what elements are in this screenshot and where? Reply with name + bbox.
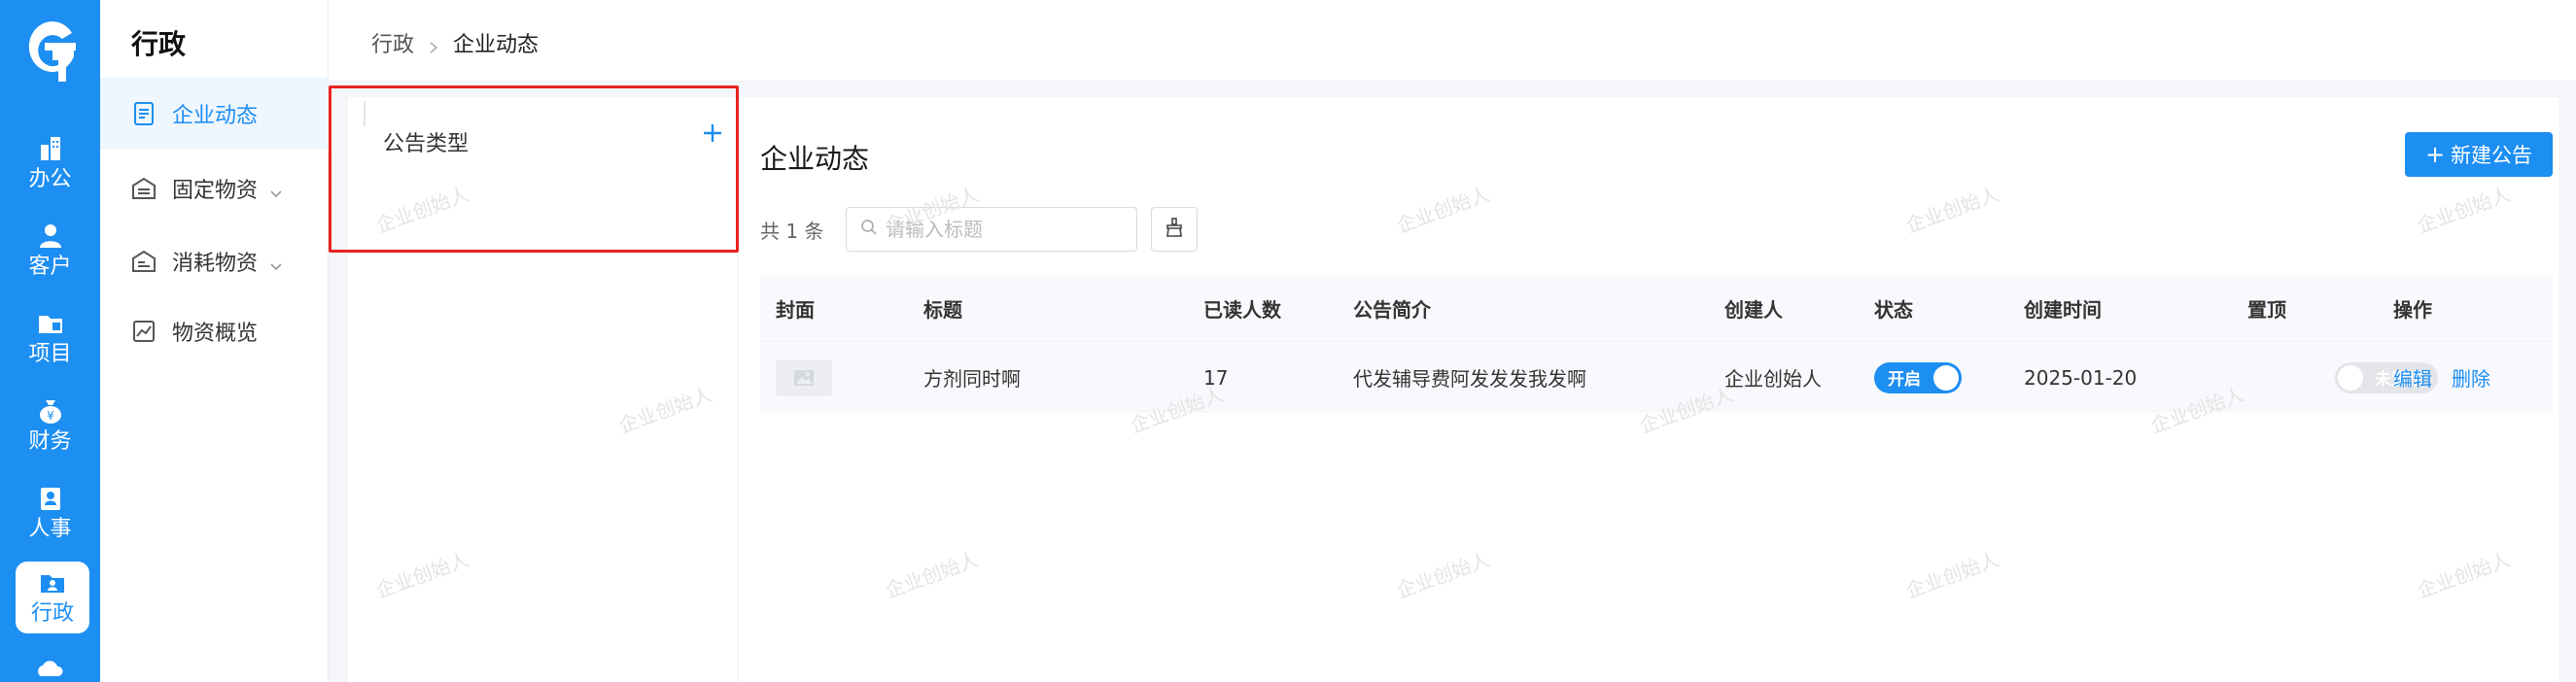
sub-sidebar: 行政 企业动态 固定物资 消耗物资 物资概览 — [100, 0, 329, 682]
breadcrumb-current: 企业动态 — [453, 33, 540, 57]
chart-overview-icon — [131, 319, 157, 344]
document-icon — [131, 101, 157, 126]
toggle-knob — [1933, 364, 1959, 391]
project-folder-icon — [36, 309, 65, 338]
column-header: 创建人 — [1724, 297, 1783, 322]
new-announcement-button[interactable]: + 新建公告 — [2405, 132, 2553, 177]
personnel-badge-icon — [36, 484, 65, 513]
column-header: 状态 — [1874, 297, 1913, 322]
rail-item-customer[interactable]: 客户 — [0, 212, 100, 290]
rail-item-label: 人事 — [28, 517, 72, 541]
chevron-down-icon — [269, 255, 283, 271]
broom-clear-icon — [1164, 217, 1185, 242]
table-header: 封面 标题 已读人数 公告简介 创建人 状态 创建时间 置顶 操作 — [760, 275, 2553, 341]
row-title: 方剂同时啊 — [923, 367, 1021, 391]
chevron-down-icon — [269, 182, 283, 198]
rail-item-label: 办公 — [28, 167, 72, 191]
type-panel-title: 公告类型 — [383, 132, 470, 156]
column-header: 标题 — [923, 297, 962, 322]
announcements-table: 封面 标题 已读人数 公告简介 创建人 状态 创建时间 置顶 操作 方剂同时啊 … — [760, 275, 2553, 413]
status-toggle-label: 开启 — [1888, 370, 1921, 390]
column-header: 已读人数 — [1203, 297, 1281, 322]
subnav-item-label: 物资概览 — [172, 322, 259, 346]
image-placeholder-icon — [776, 358, 832, 396]
sub-sidebar-title: 行政 — [131, 28, 187, 60]
column-header: 公告简介 — [1353, 297, 1431, 322]
table-row[interactable]: 方剂同时啊 17 代发辅导费阿发发发我发啊 企业创始人 开启 2025-01-2… — [760, 341, 2553, 413]
plus-icon[interactable] — [698, 119, 727, 148]
breadcrumb: 行政 企业动态 — [371, 27, 539, 58]
search-icon — [860, 219, 878, 240]
main-panel: 企业动态 + 新建公告 共 1 条 封面 标题 已读人数 公告简介 创建人 状态… — [739, 97, 2559, 682]
rail-item-personnel[interactable]: 人事 — [0, 474, 100, 552]
toggle-knob — [2338, 364, 2363, 391]
app-rail: 办公 客户 项目 ¥ 财务 人事 行政 — [0, 0, 100, 682]
rail-item-admin[interactable]: 行政 — [16, 562, 89, 633]
column-header: 置顶 — [2247, 297, 2286, 322]
subnav-item-company-news[interactable]: 企业动态 — [100, 78, 329, 150]
cloud-folder-icon[interactable] — [35, 657, 64, 682]
row-summary: 代发辅导费阿发发发我发啊 — [1353, 367, 1586, 391]
column-header: 创建时间 — [2024, 297, 2102, 322]
subnav-item-consumables[interactable]: 消耗物资 — [100, 225, 329, 297]
rail-item-label: 行政 — [30, 601, 74, 626]
clear-filter-button[interactable] — [1151, 207, 1198, 252]
customer-user-icon — [36, 222, 65, 251]
announcement-type-panel: 公告类型 — [348, 97, 737, 682]
delete-link[interactable]: 删除 — [2452, 363, 2490, 392]
warehouse-icon — [131, 176, 157, 201]
rail-item-label: 财务 — [28, 429, 72, 454]
svg-text:¥: ¥ — [47, 409, 54, 423]
rail-item-office[interactable]: 办公 — [0, 124, 100, 202]
row-creator: 企业创始人 — [1724, 367, 1822, 391]
status-toggle[interactable]: 开启 — [1874, 361, 1962, 393]
rail-item-label: 项目 — [28, 342, 72, 366]
new-announcement-label: 新建公告 — [2451, 144, 2533, 167]
rail-item-project[interactable]: 项目 — [0, 299, 100, 377]
warehouse-consumable-icon — [131, 249, 157, 274]
subnav-item-label: 固定物资 — [172, 179, 259, 203]
breadcrumb-root[interactable]: 行政 — [371, 27, 414, 58]
plus-icon: + — [2424, 141, 2446, 168]
top-bar: 行政 企业动态 — [329, 0, 2576, 82]
rail-item-finance[interactable]: ¥ 财务 — [0, 387, 100, 464]
finance-moneybag-icon: ¥ — [36, 396, 65, 426]
chevron-right-icon — [428, 36, 439, 53]
subnav-item-label: 企业动态 — [172, 104, 259, 128]
column-header: 封面 — [776, 297, 815, 322]
g-logo-icon[interactable] — [21, 17, 80, 82]
subnav-item-fixed-assets[interactable]: 固定物资 — [100, 153, 329, 224]
type-panel-header: 公告类型 — [356, 97, 725, 253]
office-building-icon — [36, 134, 65, 163]
total-count: 共 1 条 — [760, 220, 824, 243]
column-header: 操作 — [2393, 297, 2432, 322]
search-box[interactable] — [846, 207, 1137, 252]
page-title: 企业动态 — [760, 143, 870, 175]
row-created-date: 2025-01-20 — [2024, 365, 2138, 390]
search-input[interactable] — [886, 218, 1119, 241]
divider — [364, 101, 366, 126]
subnav-item-assets-overview[interactable]: 物资概览 — [100, 295, 329, 367]
subnav-item-label: 消耗物资 — [172, 252, 259, 276]
row-read-count: 17 — [1203, 365, 1229, 390]
admin-folder-user-icon — [38, 568, 67, 597]
edit-link[interactable]: 编辑 — [2393, 363, 2432, 392]
rail-item-label: 客户 — [28, 255, 72, 279]
